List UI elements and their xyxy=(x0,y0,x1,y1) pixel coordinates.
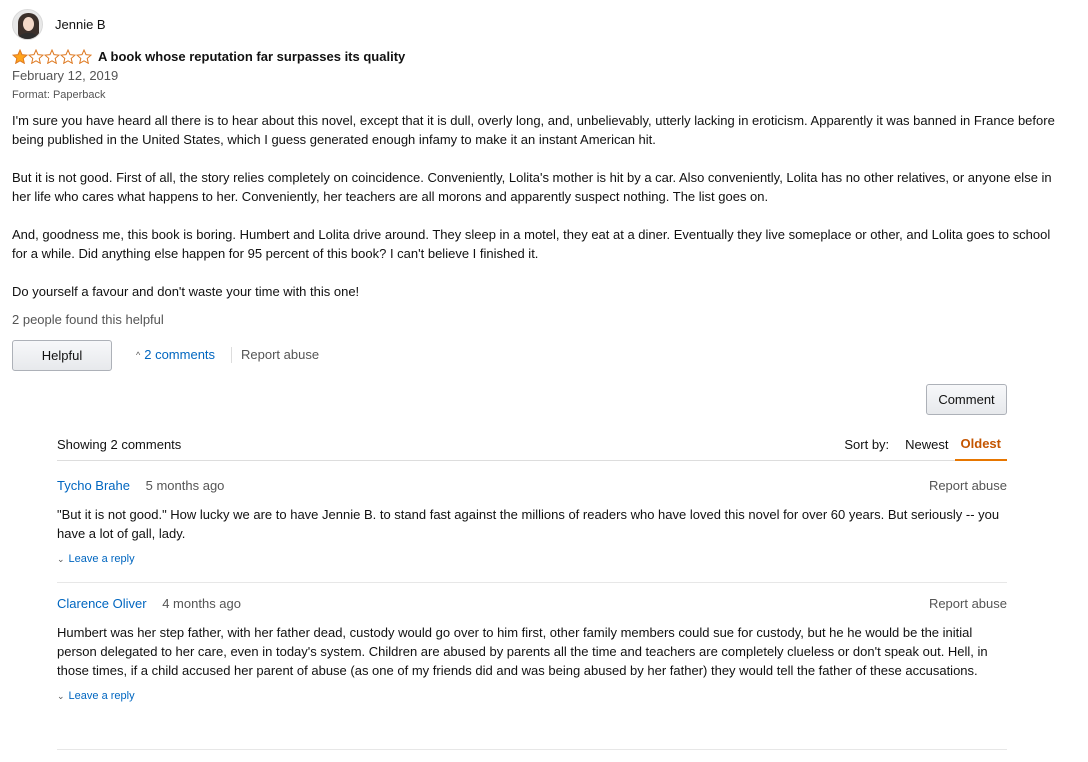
comment-meta: Clarence Oliver 4 months ago xyxy=(57,596,241,611)
review-date: February 12, 2019 xyxy=(12,68,119,83)
review-title[interactable]: A book whose reputation far surpasses it… xyxy=(98,49,405,64)
leave-reply-link[interactable]: ⌄ Leave a reply xyxy=(57,690,1007,702)
review-paragraph: Do yourself a favour and don't waste you… xyxy=(12,284,360,299)
leave-reply-link[interactable]: ⌄ Leave a reply xyxy=(57,553,1007,565)
sort-oldest-tab[interactable]: Oldest xyxy=(954,436,1007,461)
avatar[interactable] xyxy=(12,9,43,40)
leave-reply-label[interactable]: Leave a reply xyxy=(69,553,135,565)
leave-reply-label[interactable]: Leave a reply xyxy=(69,690,135,702)
comments-section: Showing 2 comments Sort by: Newest Oldes… xyxy=(57,430,1007,750)
comment-author-link[interactable]: Tycho Brahe xyxy=(57,478,130,493)
reviewer-profile[interactable]: Jennie B xyxy=(12,9,106,40)
divider xyxy=(231,347,232,363)
sort-newest-tab[interactable]: Newest xyxy=(899,437,954,460)
comment-header: Clarence Oliver 4 months ago Report abus… xyxy=(57,596,1007,611)
comment-item: Tycho Brahe 5 months ago Report abuse "B… xyxy=(57,461,1007,583)
comment-button[interactable]: Comment xyxy=(926,384,1007,415)
comment-text: "But it is not good." How lucky we are t… xyxy=(57,507,1000,541)
avatar-face xyxy=(23,17,34,31)
comments-header: Showing 2 comments Sort by: Newest Oldes… xyxy=(57,430,1007,461)
comment-timestamp: 4 months ago xyxy=(162,596,241,611)
comment-timestamp: 5 months ago xyxy=(145,478,225,493)
comments-count-label[interactable]: 2 comments xyxy=(144,347,215,362)
comments-showing-count: Showing 2 comments xyxy=(57,437,182,452)
report-abuse-link[interactable]: Report abuse xyxy=(241,347,319,362)
chevron-down-icon: ⌄ xyxy=(57,690,65,701)
star-rating[interactable] xyxy=(12,49,92,64)
sort-label: Sort by: xyxy=(844,437,890,452)
reviewer-name[interactable]: Jennie B xyxy=(55,17,106,32)
comment-header: Tycho Brahe 5 months ago Report abuse xyxy=(57,478,1007,493)
review-paragraph: And, goodness me, this book is boring. H… xyxy=(12,227,1051,261)
comment-item: Clarence Oliver 4 months ago Report abus… xyxy=(57,583,1007,750)
review-format: Format: Paperback xyxy=(12,89,106,101)
comment-text: Humbert was her step father, with her fa… xyxy=(57,625,988,678)
helpful-button[interactable]: Helpful xyxy=(12,340,112,371)
star-empty-icon xyxy=(76,49,92,64)
star-filled-icon xyxy=(12,49,28,64)
star-empty-icon xyxy=(60,49,76,64)
review-body: I'm sure you have heard all there is to … xyxy=(12,111,1062,320)
comment-author-link[interactable]: Clarence Oliver xyxy=(57,596,147,611)
review-paragraph: I'm sure you have heard all there is to … xyxy=(12,113,1055,147)
comment-report-abuse-link[interactable]: Report abuse xyxy=(929,478,1007,493)
star-empty-icon xyxy=(44,49,60,64)
helpful-count: 2 people found this helpful xyxy=(12,312,164,327)
chevron-down-icon: ⌄ xyxy=(57,553,65,564)
sort-control: Sort by: Newest Oldest xyxy=(844,436,1007,461)
review-paragraph: But it is not good. First of all, the st… xyxy=(12,170,1052,204)
comment-meta: Tycho Brahe 5 months ago xyxy=(57,478,224,493)
review-title-row: A book whose reputation far surpasses it… xyxy=(12,49,405,64)
comment-report-abuse-link[interactable]: Report abuse xyxy=(929,596,1007,611)
comments-toggle-link[interactable]: ^ 2 comments xyxy=(136,347,215,362)
star-empty-icon xyxy=(28,49,44,64)
chevron-up-icon: ^ xyxy=(136,349,141,360)
